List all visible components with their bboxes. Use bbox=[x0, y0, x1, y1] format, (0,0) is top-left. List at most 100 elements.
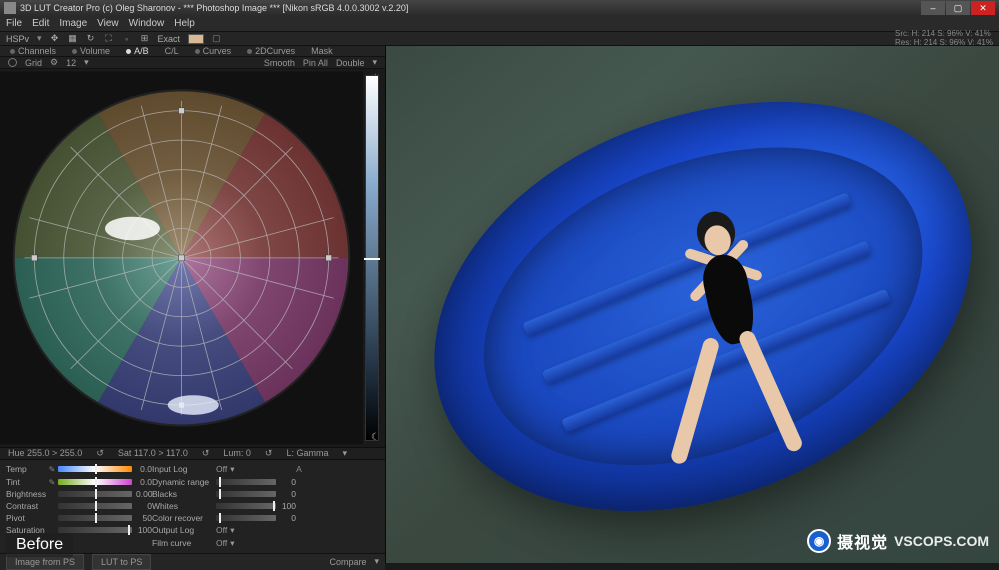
color-wheel[interactable] bbox=[0, 69, 363, 447]
select-tool-icon[interactable]: ▦ bbox=[68, 34, 78, 44]
blacks-label: Blacks bbox=[152, 489, 206, 499]
smooth-button[interactable]: Smooth bbox=[264, 58, 295, 68]
tab-volume[interactable]: Volume bbox=[68, 46, 114, 56]
chevron-down-icon[interactable]: ▾ bbox=[84, 57, 89, 68]
brightness-value[interactable]: 0.00 bbox=[132, 489, 152, 499]
temp-slider[interactable] bbox=[58, 466, 132, 472]
hsl-readout-row: Hue 255.0 > 255.0 ↺ Sat 117.0 > 117.0 ↺ … bbox=[0, 447, 385, 460]
brightness-slider[interactable] bbox=[58, 491, 132, 497]
chevron-down-icon[interactable]: ▾ bbox=[342, 448, 347, 459]
colorrecover-slider[interactable] bbox=[216, 515, 276, 521]
dynrange-value[interactable]: 0 bbox=[276, 477, 296, 487]
pivot-slider[interactable] bbox=[58, 515, 132, 521]
menu-view[interactable]: View bbox=[97, 18, 119, 29]
pivot-value[interactable]: 50 bbox=[132, 513, 152, 523]
maximize-button[interactable]: ▢ bbox=[946, 1, 970, 15]
whites-slider[interactable] bbox=[216, 503, 276, 509]
brightness-label: Brightness bbox=[6, 489, 48, 499]
gamma-label[interactable]: L: Gamma bbox=[286, 448, 328, 458]
square-icon[interactable]: ▢ bbox=[212, 33, 221, 44]
menu-edit[interactable]: Edit bbox=[32, 18, 49, 29]
inputlog-dropdown[interactable]: Off ▾ bbox=[216, 464, 276, 475]
toolstrip: HSPv ▾ ✥ ▦ ↻ ⛶ ◦ ⊞ Exact ▢ Src: H: 214 S… bbox=[0, 32, 999, 46]
rotate-tool-icon[interactable]: ↻ bbox=[86, 34, 96, 44]
compare-button[interactable]: Compare bbox=[329, 557, 366, 567]
main-area: Channels Volume A/B C/L Curves 2DCurves … bbox=[0, 46, 999, 563]
luminance-slider[interactable] bbox=[365, 75, 379, 441]
reset-icon[interactable]: ↺ bbox=[96, 448, 104, 459]
saturation-value[interactable]: 100 bbox=[132, 525, 152, 535]
exact-label[interactable]: Exact bbox=[158, 34, 181, 44]
minimize-button[interactable]: – bbox=[921, 1, 945, 15]
tab-cl[interactable]: C/L bbox=[161, 46, 183, 56]
contrast-slider[interactable] bbox=[58, 503, 132, 509]
app-icon bbox=[4, 2, 16, 14]
watermark-en: VSCOPS.COM bbox=[894, 533, 989, 549]
colorrecover-value[interactable]: 0 bbox=[276, 513, 296, 523]
tab-mask[interactable]: Mask bbox=[307, 46, 337, 56]
menu-image[interactable]: Image bbox=[59, 18, 87, 29]
mesh-tool-icon[interactable]: ⊞ bbox=[140, 34, 150, 44]
chevron-down-icon[interactable]: ▾ bbox=[374, 556, 379, 567]
watermark-cn: 摄视觉 bbox=[837, 529, 888, 553]
dynrange-slider[interactable] bbox=[216, 479, 276, 485]
tab-ab[interactable]: A/B bbox=[122, 46, 153, 56]
color-wheel-area: ☀ ☾ bbox=[0, 69, 385, 447]
double-button[interactable]: Double bbox=[336, 58, 365, 68]
mode-label[interactable]: HSPv bbox=[6, 34, 29, 44]
pencil-icon[interactable]: ✎ bbox=[48, 478, 56, 486]
pencil-icon[interactable]: ✎ bbox=[48, 465, 56, 473]
blacks-slider[interactable] bbox=[216, 491, 276, 497]
contrast-value[interactable]: 0 bbox=[132, 501, 152, 511]
gear-icon[interactable]: ⚙ bbox=[50, 57, 58, 68]
pinall-button[interactable]: Pin All bbox=[303, 58, 328, 68]
watermark: ◉ 摄视觉 VSCOPS.COM bbox=[807, 529, 989, 553]
temp-value[interactable]: 0.0 bbox=[132, 464, 152, 474]
expand-tool-icon[interactable]: ⛶ bbox=[104, 34, 114, 44]
tint-label: Tint bbox=[6, 477, 48, 487]
grid-value[interactable]: 12 bbox=[66, 58, 76, 68]
inputlog-label: Input Log bbox=[152, 464, 206, 474]
sat-readout: Sat 117.0 > 117.0 bbox=[118, 448, 188, 458]
tint-slider[interactable] bbox=[58, 479, 132, 485]
outputlog-label: Output Log bbox=[152, 525, 206, 535]
whites-value[interactable]: 100 bbox=[276, 501, 296, 511]
chevron-down-icon[interactable]: ▾ bbox=[372, 57, 377, 68]
slider-handle[interactable] bbox=[364, 258, 380, 260]
brightness-min-icon[interactable]: ☾ bbox=[371, 432, 380, 443]
filmcurve-dropdown[interactable]: Off ▾ bbox=[216, 538, 276, 549]
chevron-down-icon[interactable]: ▾ bbox=[37, 33, 42, 44]
tint-value[interactable]: 0.0 bbox=[132, 477, 152, 487]
outputlog-dropdown[interactable]: Off ▾ bbox=[216, 525, 276, 536]
grid-label: Grid bbox=[25, 58, 42, 68]
pin-tool-icon[interactable]: ◦ bbox=[122, 34, 132, 44]
contrast-label: Contrast bbox=[6, 501, 48, 511]
colorrecover-label: Color recover bbox=[152, 513, 206, 523]
menu-window[interactable]: Window bbox=[129, 18, 165, 29]
tab-channels[interactable]: Channels bbox=[6, 46, 60, 56]
temp-label: Temp bbox=[6, 464, 48, 474]
lum-readout: Lum: 0 bbox=[223, 448, 251, 458]
image-viewport[interactable]: ◉ 摄视觉 VSCOPS.COM bbox=[386, 46, 999, 563]
image-content bbox=[386, 46, 999, 563]
menu-file[interactable]: File bbox=[6, 18, 22, 29]
reset-icon[interactable]: ↺ bbox=[265, 448, 273, 459]
tab-curves[interactable]: Curves bbox=[191, 46, 236, 56]
left-panel: Channels Volume A/B C/L Curves 2DCurves … bbox=[0, 46, 386, 563]
blacks-value[interactable]: 0 bbox=[276, 489, 296, 499]
panel-tabs: Channels Volume A/B C/L Curves 2DCurves … bbox=[0, 46, 385, 57]
move-tool-icon[interactable]: ✥ bbox=[50, 34, 60, 44]
reset-icon[interactable] bbox=[8, 58, 17, 67]
filmcurve-label: Film curve bbox=[152, 538, 206, 548]
reset-icon[interactable]: ↺ bbox=[202, 448, 210, 459]
pivot-label: Pivot bbox=[6, 513, 48, 523]
hue-readout: Hue 255.0 > 255.0 bbox=[8, 448, 82, 458]
color-swatch[interactable] bbox=[188, 34, 204, 44]
menu-help[interactable]: Help bbox=[174, 18, 195, 29]
close-button[interactable]: ✕ bbox=[971, 1, 995, 15]
tab-2dcurves[interactable]: 2DCurves bbox=[243, 46, 299, 56]
before-label: Before bbox=[6, 533, 73, 557]
lut-to-ps-button[interactable]: LUT to PS bbox=[92, 554, 151, 570]
a-label: A bbox=[296, 464, 302, 474]
camera-icon: ◉ bbox=[807, 529, 831, 553]
